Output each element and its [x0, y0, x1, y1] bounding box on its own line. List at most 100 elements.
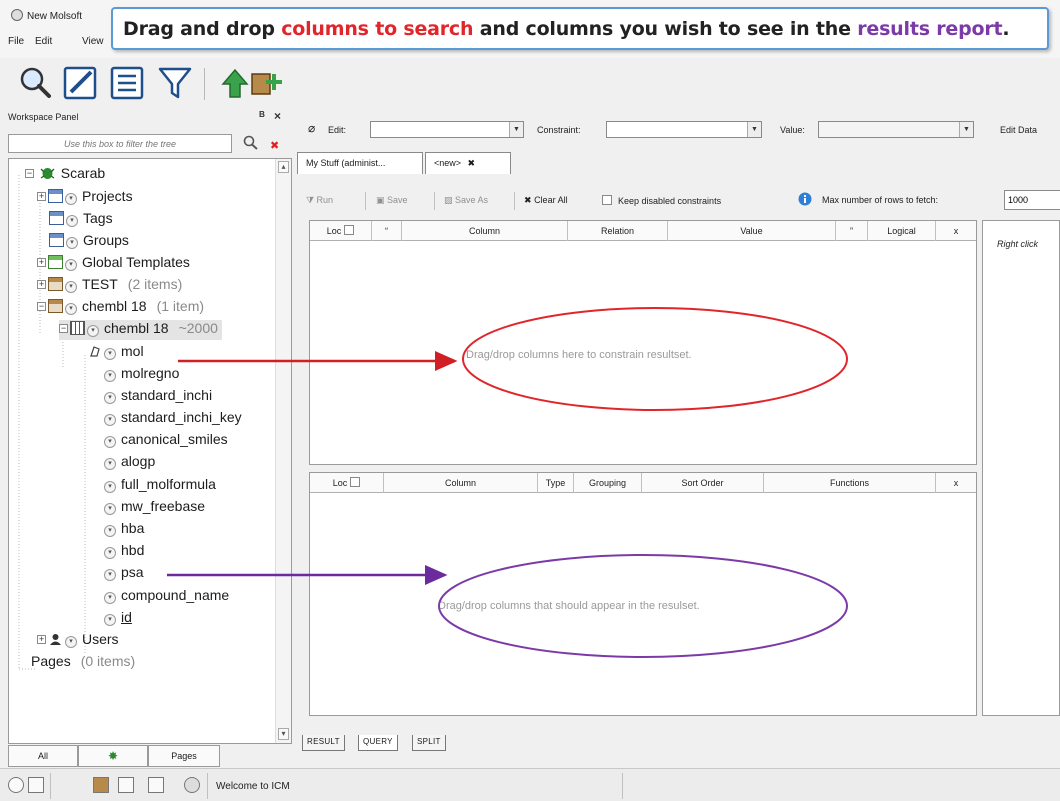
header-grouping[interactable]: Grouping: [574, 473, 642, 493]
header-sort-order[interactable]: Sort Order: [642, 473, 764, 493]
dropdown-icon[interactable]: ▾: [104, 503, 116, 515]
workspace-toggle-icon[interactable]: [93, 777, 109, 793]
tab-query[interactable]: QUERY: [358, 735, 398, 751]
clear-edit-icon[interactable]: ⌀: [308, 121, 315, 135]
header-value[interactable]: Value: [668, 221, 836, 241]
constraint-grid[interactable]: Loc “ Column Relation Value ” Logical x …: [309, 220, 977, 465]
panel-float-close-controls[interactable]: ᴮ ×: [259, 109, 284, 123]
save-as-button[interactable]: ▨ Save As: [444, 195, 488, 206]
terminal-icon[interactable]: [28, 777, 44, 793]
dropdown-icon[interactable]: ▾: [66, 215, 78, 227]
tree-item-tags[interactable]: ▾ Tags: [49, 210, 113, 230]
filter-funnel-icon[interactable]: [156, 64, 194, 102]
filter-clear-icon[interactable]: ✖: [270, 139, 279, 152]
tree-column-compound-name[interactable]: ▾ compound_name: [104, 587, 229, 607]
tree-item-test[interactable]: + ▾ TEST (2 items): [37, 276, 182, 296]
tree-column-canonical-smiles[interactable]: ▾ canonical_smiles: [104, 431, 228, 451]
dropdown-icon[interactable]: ▾: [104, 547, 116, 559]
clear-all-button[interactable]: ✖ Clear All: [524, 195, 568, 206]
dropdown-icon[interactable]: ▾: [104, 592, 116, 604]
dropdown-icon[interactable]: ▾: [104, 525, 116, 537]
stop-icon[interactable]: [8, 777, 24, 793]
add-molecule-icon[interactable]: [246, 64, 284, 102]
dropdown-icon[interactable]: ▾: [87, 325, 99, 337]
header-functions[interactable]: Functions: [764, 473, 936, 493]
tree-column-mw-freebase[interactable]: ▾ mw_freebase: [104, 498, 205, 518]
expand-icon[interactable]: +: [37, 635, 46, 644]
tree-column-id[interactable]: ▾ id: [104, 609, 132, 629]
dropdown-icon[interactable]: ▾: [104, 481, 116, 493]
dropdown-icon[interactable]: ▾: [104, 569, 116, 581]
header-quote-open[interactable]: “: [372, 221, 402, 241]
expand-icon[interactable]: +: [37, 258, 46, 267]
chevron-down-icon[interactable]: ▼: [509, 122, 523, 137]
tree-scrollbar[interactable]: ▴ ▾: [275, 159, 291, 743]
expand-icon[interactable]: +: [37, 192, 46, 201]
tree-column-hbd[interactable]: ▾ hbd: [104, 542, 144, 562]
constraint-combo[interactable]: ▼: [606, 121, 762, 138]
header-logical[interactable]: Logical: [868, 221, 936, 241]
expand-icon[interactable]: +: [37, 280, 46, 289]
dropdown-icon[interactable]: ▾: [104, 414, 116, 426]
checkbox-icon[interactable]: [344, 225, 355, 235]
tab-new[interactable]: <new> ✖: [425, 152, 511, 174]
info-icon[interactable]: [798, 192, 812, 208]
tree-item-users[interactable]: + ▾ Users: [37, 631, 119, 651]
dropdown-icon[interactable]: ▾: [65, 259, 77, 271]
chevron-down-icon[interactable]: ▼: [747, 122, 761, 137]
search-magnifier-icon[interactable]: [16, 64, 54, 102]
keep-disabled-checkbox[interactable]: Keep disabled constraints: [602, 195, 721, 206]
header-column[interactable]: Column: [402, 221, 568, 241]
scroll-up-icon[interactable]: ▴: [278, 161, 289, 173]
edit-combo[interactable]: ▼: [370, 121, 524, 138]
header-remove[interactable]: x: [936, 221, 976, 241]
result-columns-grid[interactable]: Loc Column Type Grouping Sort Order Func…: [309, 472, 977, 716]
menu-view[interactable]: View: [82, 36, 104, 47]
table-view-icon[interactable]: [148, 777, 164, 793]
tree-root-scarab[interactable]: − Scarab: [25, 165, 105, 185]
tab-result[interactable]: RESULT: [302, 735, 345, 751]
tree-column-mol[interactable]: ▾ mol: [87, 343, 144, 363]
tree-filter-input[interactable]: [9, 135, 231, 152]
tree-column-full-molformula[interactable]: ▾ full_molformula: [104, 476, 216, 496]
tree-item-projects[interactable]: + ▾ Projects: [37, 188, 133, 208]
dropdown-icon[interactable]: ▾: [104, 436, 116, 448]
dropdown-icon[interactable]: ▾: [66, 237, 78, 249]
tree-column-alogp[interactable]: ▾ alogp: [104, 453, 155, 473]
dropdown-icon[interactable]: ▾: [104, 458, 116, 470]
tree-column-standard-inchi[interactable]: ▾ standard_inchi: [104, 387, 212, 407]
header-type[interactable]: Type: [538, 473, 574, 493]
tree-column-psa[interactable]: ▾ psa: [104, 564, 144, 584]
list-view-icon[interactable]: [108, 64, 146, 102]
tree-item-chembl-db[interactable]: − ▾ chembl 18 (1 item): [37, 298, 204, 318]
dropdown-icon[interactable]: ▾: [104, 614, 116, 626]
dropdown-icon[interactable]: ▾: [65, 281, 77, 293]
checkbox-icon[interactable]: [350, 477, 361, 487]
tab-scarab[interactable]: ✸: [78, 745, 148, 767]
header-loc[interactable]: Loc: [310, 473, 384, 493]
edit-data-button[interactable]: Edit Data: [1000, 125, 1037, 135]
collapse-icon[interactable]: −: [25, 169, 34, 178]
checkbox-icon[interactable]: [602, 195, 612, 205]
save-button[interactable]: ▣ Save: [376, 195, 408, 206]
right-side-pane[interactable]: Right click: [982, 220, 1060, 716]
tab-all[interactable]: All: [8, 745, 78, 767]
tree-column-hba[interactable]: ▾ hba: [104, 520, 144, 540]
tree-item-pages[interactable]: Pages (0 items): [31, 653, 135, 673]
tab-pages[interactable]: Pages: [148, 745, 220, 767]
header-loc[interactable]: Loc: [310, 221, 372, 241]
dropdown-icon[interactable]: ▾: [65, 193, 77, 205]
dropdown-icon[interactable]: ▾: [65, 303, 77, 315]
window-icon[interactable]: [118, 777, 134, 793]
header-quote-close[interactable]: ”: [836, 221, 868, 241]
tree-column-molregno[interactable]: ▾ molregno: [104, 365, 179, 385]
value-combo[interactable]: ▼: [818, 121, 974, 138]
dropdown-icon[interactable]: ▾: [104, 370, 116, 382]
tree-item-global-templates[interactable]: + ▾ Global Templates: [37, 254, 190, 274]
dropdown-icon[interactable]: ▾: [104, 392, 116, 404]
tree-filter-box[interactable]: [8, 134, 232, 153]
dropdown-icon[interactable]: ▾: [104, 348, 116, 360]
scroll-down-icon[interactable]: ▾: [278, 728, 289, 740]
header-relation[interactable]: Relation: [568, 221, 668, 241]
max-rows-input[interactable]: [1004, 190, 1060, 210]
